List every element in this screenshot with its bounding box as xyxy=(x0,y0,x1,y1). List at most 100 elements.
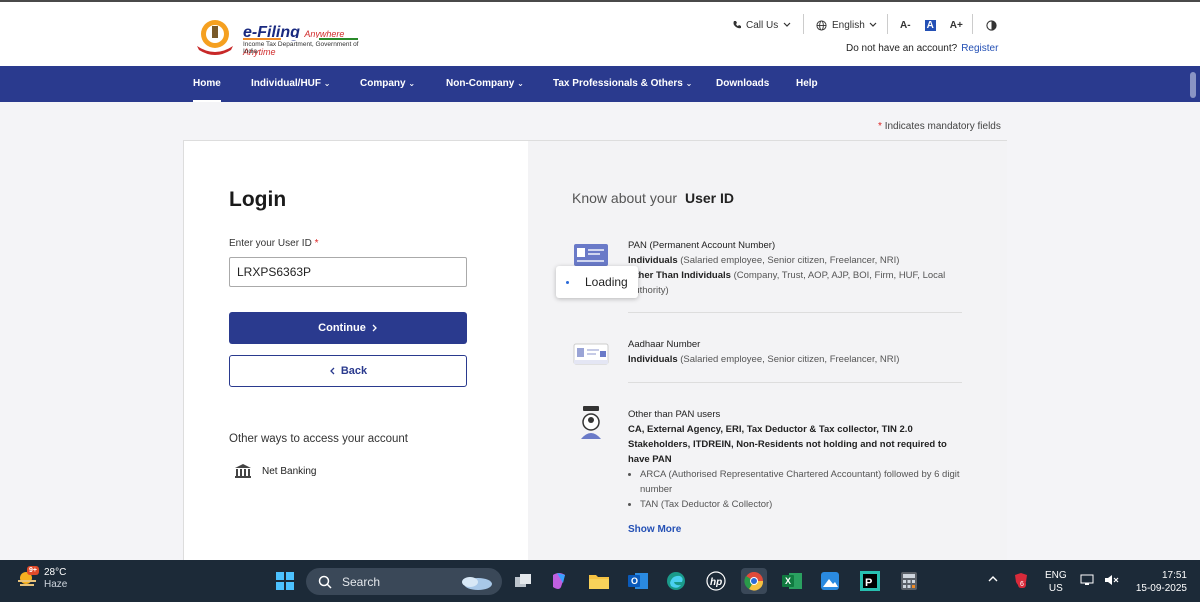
divider xyxy=(972,14,973,34)
chevron-right-icon xyxy=(372,324,377,332)
user-id-input[interactable] xyxy=(229,257,467,287)
excel-icon[interactable]: X xyxy=(779,568,805,594)
user-id-info-panel: Know about your User ID PAN (Permanent A… xyxy=(528,141,1007,563)
nav-help[interactable]: Help xyxy=(796,66,818,102)
know-title: Know about your User ID xyxy=(572,190,734,206)
font-increase-button[interactable]: A+ xyxy=(950,20,963,31)
weather-desc: Haze xyxy=(44,579,68,590)
chevron-down-icon: ⌄ xyxy=(517,79,524,88)
taskbar-search[interactable]: Search xyxy=(306,568,502,595)
user-badge-icon xyxy=(581,406,601,439)
chevron-left-icon xyxy=(329,367,335,375)
scrollbar-thumb[interactable] xyxy=(1190,72,1196,98)
logo-subtitle: Income Tax Department, Government of Ind… xyxy=(243,41,359,55)
continue-button[interactable]: Continue xyxy=(229,312,467,344)
net-banking-label: Net Banking xyxy=(262,465,317,477)
font-normal-button[interactable]: A xyxy=(924,19,936,31)
weather-temp: 28°C xyxy=(44,567,67,578)
other-ways-heading: Other ways to access your account xyxy=(229,433,408,445)
nav-downloads[interactable]: Downloads xyxy=(716,66,769,102)
network-icon[interactable] xyxy=(1080,574,1094,590)
svg-text:P: P xyxy=(865,577,872,589)
copilot-icon[interactable] xyxy=(546,568,572,594)
other-than-pan-info: Other than PAN users CA, External Agency… xyxy=(628,407,964,512)
volume-muted-icon[interactable] xyxy=(1104,574,1120,590)
emblem-icon xyxy=(197,20,233,55)
list-item: TAN (Tax Deductor & Collector) xyxy=(640,497,964,512)
aadhaar-card-icon xyxy=(573,343,609,365)
divider xyxy=(628,312,962,313)
chevron-down-icon: ⌄ xyxy=(685,79,693,88)
search-icon xyxy=(318,575,332,589)
language-select[interactable]: English xyxy=(816,18,877,32)
contrast-toggle[interactable] xyxy=(986,18,997,32)
pycharm-icon[interactable]: P xyxy=(857,568,883,594)
login-panel: Login Enter your User ID * Continue Back… xyxy=(183,140,1007,563)
hp-icon[interactable]: hp xyxy=(703,568,729,594)
svg-text:O: O xyxy=(631,576,638,586)
chevron-down-icon: ⌄ xyxy=(323,79,331,88)
net-banking-link[interactable]: Net Banking xyxy=(234,463,316,479)
nav-non-company[interactable]: Non-Company ⌄ xyxy=(446,66,524,102)
chevron-down-icon: ⌄ xyxy=(408,79,416,88)
divider xyxy=(887,14,888,34)
user-id-label: Enter your User ID * xyxy=(229,238,319,249)
photos-icon[interactable] xyxy=(817,568,843,594)
register-prompt: Do not have an account? Register xyxy=(846,43,998,54)
page-title: Login xyxy=(229,188,287,211)
chevron-down-icon xyxy=(869,22,877,27)
chevron-up-icon[interactable] xyxy=(988,574,998,587)
show-more-link[interactable]: Show More xyxy=(628,524,681,535)
calculator-icon[interactable] xyxy=(896,568,922,594)
site-header: e-Filing Anywhere Anytime Income Tax Dep… xyxy=(0,0,1200,66)
loading-indicator: Loading xyxy=(556,266,638,298)
tricolor-bar xyxy=(243,38,358,40)
back-label: Back xyxy=(340,365,368,377)
weather-badge: 9+ xyxy=(27,566,39,575)
search-highlight-icon xyxy=(462,576,492,590)
mandatory-note: * Indicates mandatory fields xyxy=(878,121,1001,132)
input-language[interactable]: ENG US xyxy=(1045,569,1067,595)
outlook-icon[interactable]: O xyxy=(625,568,651,594)
language-label: English xyxy=(832,19,865,31)
nav-company[interactable]: Company ⌄ xyxy=(360,66,415,102)
divider xyxy=(628,382,962,383)
svg-text:hp: hp xyxy=(710,577,722,588)
file-explorer-icon[interactable] xyxy=(586,568,612,594)
nav-tax-professionals[interactable]: Tax Professionals & Others ⌄ xyxy=(553,66,692,102)
search-placeholder: Search xyxy=(342,574,381,589)
weather-widget[interactable]: 28°C Haze xyxy=(16,567,67,591)
back-button[interactable]: Back xyxy=(229,355,467,387)
bank-icon xyxy=(235,464,251,478)
nav-home[interactable]: Home xyxy=(193,66,221,102)
globe-icon xyxy=(816,19,827,31)
nav-individual-huf[interactable]: Individual/HUF ⌄ xyxy=(251,66,330,102)
main-nav: Home Individual/HUF ⌄ Company ⌄ Non-Comp… xyxy=(0,66,1200,102)
efiling-logo[interactable]: e-Filing Anywhere Anytime Income Tax Dep… xyxy=(193,16,363,57)
register-link[interactable]: Register xyxy=(961,43,998,54)
no-account-text: Do not have an account? xyxy=(846,43,958,54)
edge-icon[interactable] xyxy=(663,568,689,594)
start-button[interactable] xyxy=(272,568,298,594)
chrome-icon[interactable] xyxy=(741,568,767,594)
spinner-icon xyxy=(566,280,569,284)
chevron-down-icon xyxy=(783,22,791,27)
list-item: ARCA (Authorised Representative Chartere… xyxy=(640,467,964,497)
taskbar: 28°C Haze 9+ Search O hp X P 6 ENG US 17… xyxy=(0,560,1200,602)
aadhaar-info: Aadhaar Number Individuals (Salaried emp… xyxy=(628,339,900,365)
svg-text:X: X xyxy=(785,576,791,586)
phone-icon xyxy=(733,21,741,29)
font-decrease-button[interactable]: A- xyxy=(900,20,911,31)
task-view-icon[interactable] xyxy=(510,568,536,594)
clock[interactable]: 17:51 15-09-2025 xyxy=(1129,569,1187,595)
windows-icon xyxy=(276,572,294,590)
continue-label: Continue xyxy=(318,322,366,334)
notify-badge: 6 xyxy=(1018,581,1026,588)
contrast-icon xyxy=(986,19,997,31)
call-us-menu[interactable]: Call Us xyxy=(732,18,791,32)
font-size-controls: A- A A+ xyxy=(900,18,963,32)
pan-info: PAN (Permanent Account Number) Individua… xyxy=(628,240,946,296)
call-us-label: Call Us xyxy=(746,19,779,31)
divider xyxy=(803,14,804,34)
pan-card-icon xyxy=(574,244,608,266)
